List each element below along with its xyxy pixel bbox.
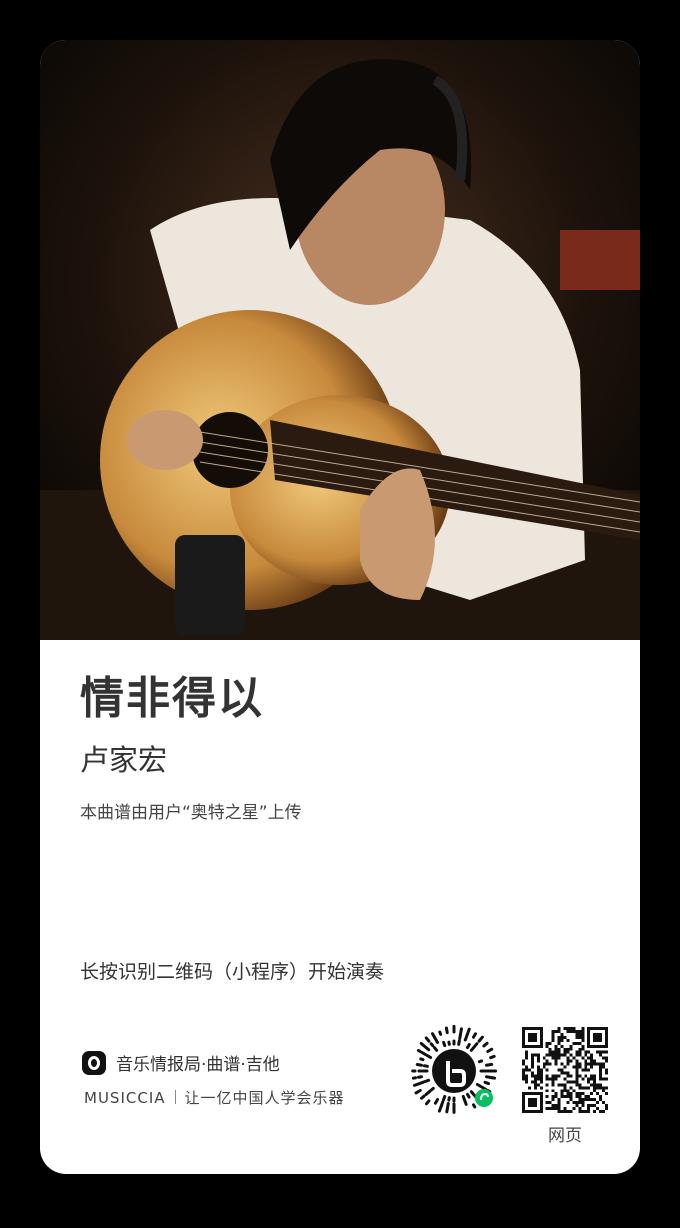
cover-photo bbox=[40, 40, 640, 640]
artist-name: 卢家宏 bbox=[80, 743, 168, 777]
slogan: 让一亿中国人学会乐器 bbox=[184, 1089, 345, 1107]
scan-hint: 长按识别二维码（小程序）开始演奏 bbox=[80, 961, 385, 983]
mini-program-code-icon[interactable] bbox=[406, 1023, 502, 1119]
qr-label: 网页 bbox=[548, 1126, 582, 1146]
brand-name: 音乐情报局·曲谱·吉他 bbox=[116, 1055, 280, 1075]
brand-en-name: MUSICCIA bbox=[84, 1089, 166, 1107]
divider bbox=[174, 1090, 176, 1104]
uploader-note: 本曲谱由用户“奥特之星”上传 bbox=[80, 803, 302, 823]
qr-code-icon[interactable] bbox=[522, 1027, 608, 1113]
song-title: 情非得以 bbox=[80, 673, 264, 724]
brand-tagline: MUSICCIA 让一亿中国人学会乐器 bbox=[84, 1087, 345, 1108]
wechat-mini-program-icon bbox=[475, 1089, 493, 1107]
share-card: 情非得以 卢家宏 本曲谱由用户“奥特之星”上传 长按识别二维码（小程序）开始演奏… bbox=[40, 40, 640, 1174]
brand-row: 音乐情报局·曲谱·吉他 bbox=[82, 1050, 280, 1075]
brand-logo-icon bbox=[82, 1050, 106, 1075]
